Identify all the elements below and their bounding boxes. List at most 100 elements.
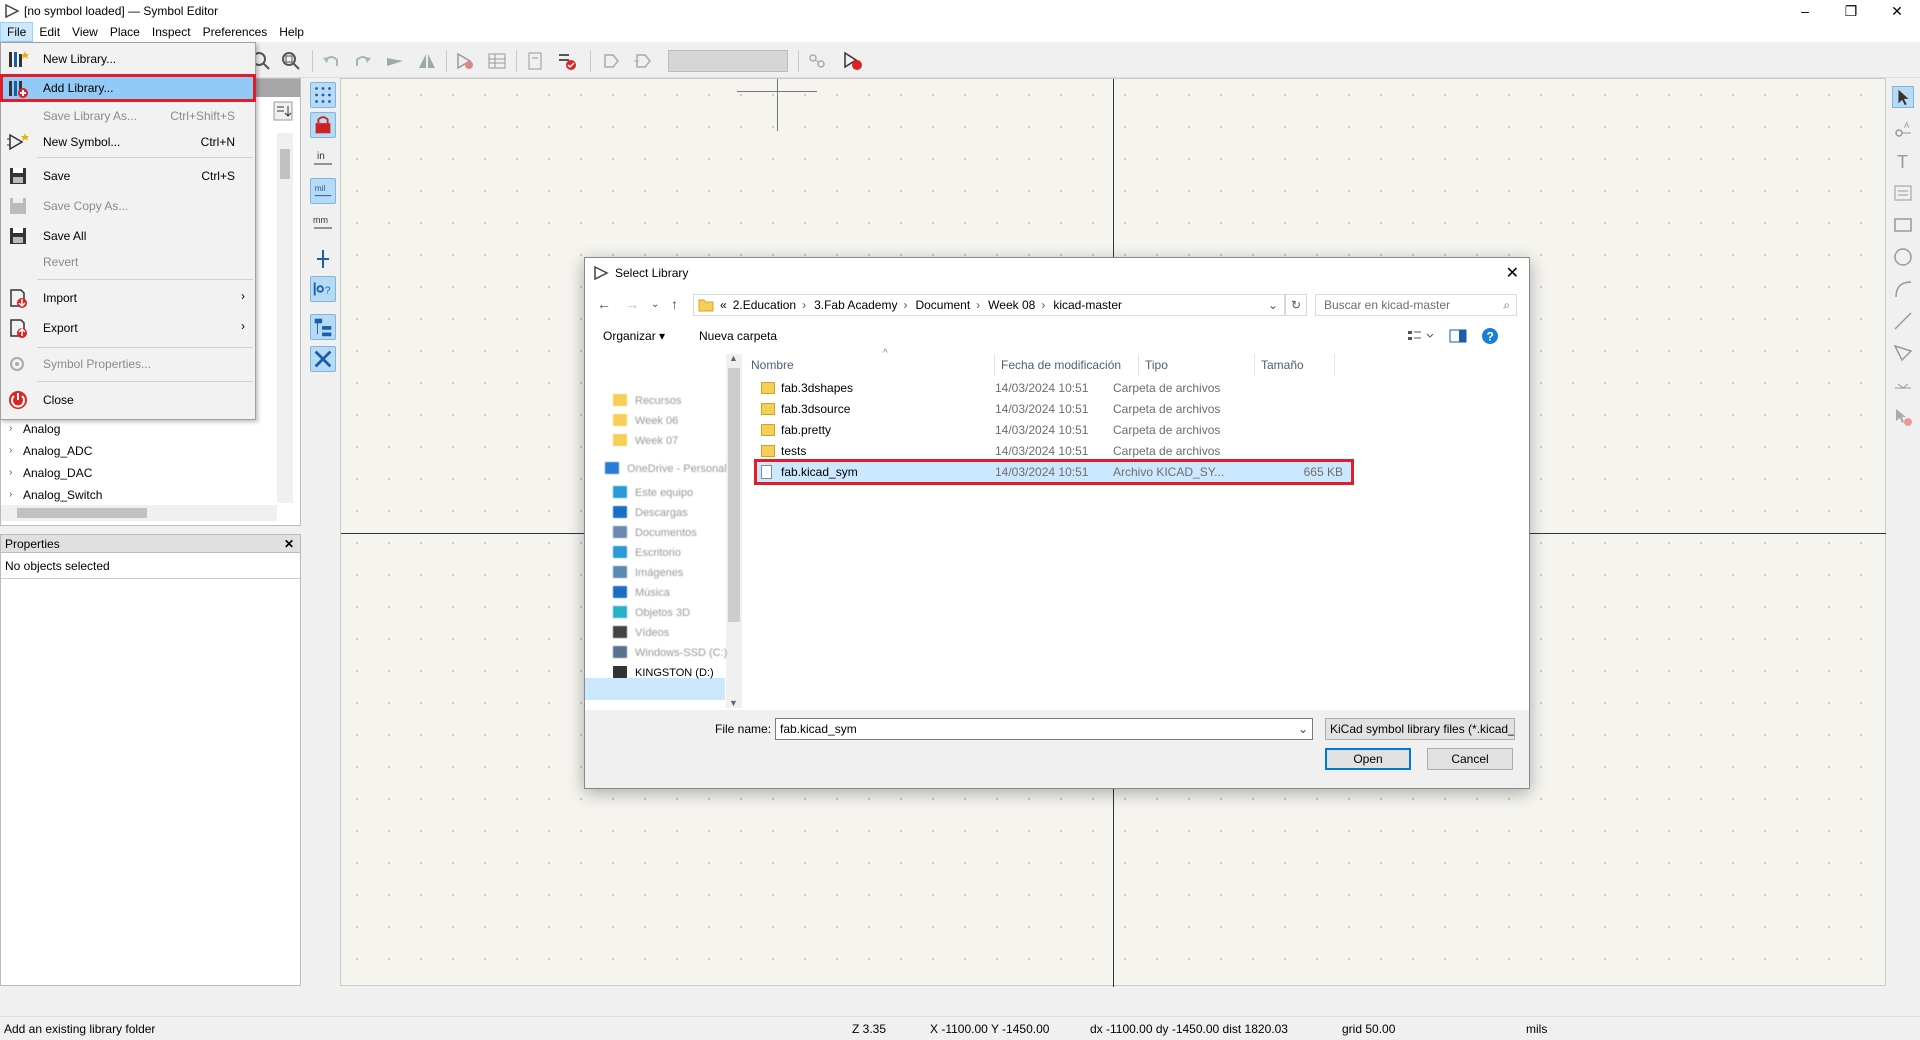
add-circle-icon[interactable] <box>1892 246 1914 268</box>
help-icon[interactable]: ? <box>1481 327 1499 345</box>
inches-icon[interactable]: in <box>310 146 336 172</box>
dialog-search-input[interactable]: Buscar en kicad-master ⌕ <box>1315 294 1517 316</box>
add-textbox-icon[interactable] <box>1892 182 1914 204</box>
pin-table-icon[interactable] <box>486 50 508 72</box>
cancel-button[interactable]: Cancel <box>1427 748 1513 770</box>
expand-arrow-icon[interactable]: › <box>9 467 12 478</box>
library-item[interactable]: Analog_DAC <box>23 466 92 480</box>
menu-item-add-library[interactable]: Add Library... <box>0 74 256 102</box>
add-rectangle-icon[interactable] <box>1892 214 1914 236</box>
menu-inspect[interactable]: Inspect <box>146 22 197 42</box>
library-item[interactable]: Analog_ADC <box>23 444 92 458</box>
file-row[interactable]: fab.3dsource 14/03/2024 10:51 Carpeta de a… <box>757 399 1357 419</box>
hierarchy-navigator-icon[interactable] <box>310 314 336 340</box>
menu-item-save-library-as[interactable]: Save Library As... Ctrl+Shift+S <box>1 103 255 129</box>
breadcrumb-3-fab-academy[interactable]: 3.Fab Academy <box>814 298 897 312</box>
millimeters-icon[interactable]: mm <box>310 210 336 236</box>
sort-icon[interactable] <box>273 101 293 121</box>
menu-item-import[interactable]: Import › <box>1 285 255 311</box>
column-header-name[interactable]: Nombre <box>745 354 995 376</box>
menu-item-save-copy-as[interactable]: Save Copy As... <box>1 193 255 219</box>
menu-item-new-library[interactable]: New Library... <box>1 46 255 72</box>
menu-help[interactable]: Help <box>273 22 310 42</box>
menu-edit[interactable]: Edit <box>33 22 66 42</box>
column-header-date[interactable]: Fecha de modificación <box>995 354 1139 376</box>
column-header-type[interactable]: Tipo <box>1139 354 1255 376</box>
redo-icon[interactable] <box>352 50 374 72</box>
zoom-fit-icon[interactable] <box>280 50 302 72</box>
up-arrow-icon[interactable]: ↑ <box>671 296 678 312</box>
mils-icon[interactable]: mil <box>310 178 336 204</box>
add-pin-icon[interactable]: A <box>1892 118 1914 140</box>
menu-item-close[interactable]: Close <box>1 387 255 413</box>
grid-icon[interactable] <box>310 82 336 108</box>
cursor-shape-icon[interactable] <box>310 246 336 272</box>
add-symbol-to-schematic-icon[interactable] <box>842 50 864 72</box>
restore-button[interactable]: ❐ <box>1828 0 1874 22</box>
close-window-button[interactable]: ✕ <box>1874 0 1920 22</box>
breadcrumb-2-education[interactable]: 2.Education <box>733 298 796 312</box>
library-vertical-scrollbar[interactable] <box>277 133 293 503</box>
mirror-icon[interactable] <box>416 50 438 72</box>
menu-preferences[interactable]: Preferences <box>197 22 274 42</box>
address-bar[interactable]: « 2.Education › 3.Fab Academy › Document › … <box>693 294 1285 316</box>
expand-arrow-icon[interactable]: › <box>9 423 12 434</box>
file-row-selected[interactable]: fab.kicad_sym 14/03/2024 10:51 Archivo KIC… <box>754 459 1354 485</box>
menu-item-save-all[interactable]: Save All <box>1 223 255 249</box>
new-folder-button[interactable]: Nueva carpeta <box>699 329 777 343</box>
unit-next-icon[interactable] <box>632 50 654 72</box>
add-arc-icon[interactable] <box>1892 278 1914 300</box>
breadcrumb-week-08[interactable]: Week 08 <box>988 298 1035 312</box>
file-name-input[interactable]: fab.kicad_sym ⌄ <box>775 718 1313 740</box>
minimize-button[interactable]: – <box>1782 0 1828 22</box>
undo-icon[interactable] <box>320 50 342 72</box>
menu-place[interactable]: Place <box>104 22 146 42</box>
refresh-icon[interactable]: ↻ <box>1285 294 1307 316</box>
breadcrumb-kicad-master[interactable]: kicad-master <box>1053 298 1122 312</box>
menu-item-save[interactable]: Save Ctrl+S <box>1 163 255 189</box>
add-polygon-icon[interactable] <box>1892 342 1914 364</box>
column-header-size[interactable]: Tamaño <box>1255 354 1335 376</box>
file-row[interactable]: tests 14/03/2024 10:51 Carpeta de archivos <box>757 441 1357 461</box>
expand-arrow-icon[interactable]: › <box>9 489 12 500</box>
expand-arrow-icon[interactable]: › <box>9 445 12 456</box>
anchor-icon[interactable] <box>1892 374 1914 396</box>
pin-link-icon[interactable] <box>806 50 828 72</box>
unit-selector[interactable] <box>668 50 788 72</box>
properties-manager-icon[interactable] <box>310 346 336 372</box>
breadcrumb-document[interactable]: Document <box>915 298 970 312</box>
dialog-close-button[interactable]: ✕ <box>1506 263 1519 283</box>
open-button[interactable]: Open <box>1325 748 1411 770</box>
library-horizontal-scrollbar[interactable] <box>1 505 277 521</box>
menu-item-new-symbol[interactable]: New Symbol... Ctrl+N <box>1 129 255 155</box>
menu-view[interactable]: View <box>66 22 104 42</box>
file-type-select[interactable]: KiCad symbol library files (*.kicad_sym) <box>1325 718 1515 740</box>
view-options-icon[interactable] <box>1407 329 1437 343</box>
unit-prev-icon[interactable] <box>600 50 622 72</box>
address-dropdown-icon[interactable]: ⌄ <box>1268 298 1278 312</box>
grid-lock-icon[interactable] <box>310 112 336 138</box>
file-row[interactable]: fab.3dshapes 14/03/2024 10:51 Carpeta de a… <box>757 378 1357 398</box>
forward-arrow-icon[interactable]: → <box>625 296 639 312</box>
navigation-pane-scrollbar[interactable]: ▲ ▼ <box>726 353 742 708</box>
rotate-icon[interactable] <box>384 50 406 72</box>
menu-file[interactable]: File <box>0 22 34 42</box>
pin-electrical-type-icon[interactable]: ? <box>310 276 336 302</box>
add-text-icon[interactable]: T <box>1892 150 1914 172</box>
organize-button[interactable]: Organizar ▾ <box>603 329 665 343</box>
select-tool-icon[interactable] <box>1892 86 1914 108</box>
add-line-icon[interactable] <box>1892 310 1914 332</box>
delete-tool-icon[interactable] <box>1892 406 1914 428</box>
library-item[interactable]: Analog <box>23 422 60 436</box>
check-errors-icon[interactable] <box>556 50 578 72</box>
file-name-dropdown-icon[interactable]: ⌄ <box>1298 719 1308 739</box>
file-row[interactable]: fab.pretty 14/03/2024 10:51 Carpeta de arc… <box>757 420 1357 440</box>
preview-pane-icon[interactable] <box>1449 328 1467 344</box>
menu-item-symbol-properties[interactable]: Symbol Properties... <box>1 351 255 377</box>
library-item[interactable]: Analog_Switch <box>23 488 102 502</box>
datasheet-icon[interactable] <box>524 50 546 72</box>
recent-dropdown-icon[interactable]: ⌄ <box>651 299 659 310</box>
menu-item-export[interactable]: Export › <box>1 315 255 341</box>
menu-item-revert[interactable]: Revert <box>1 249 255 275</box>
back-arrow-icon[interactable]: ← <box>597 296 611 312</box>
